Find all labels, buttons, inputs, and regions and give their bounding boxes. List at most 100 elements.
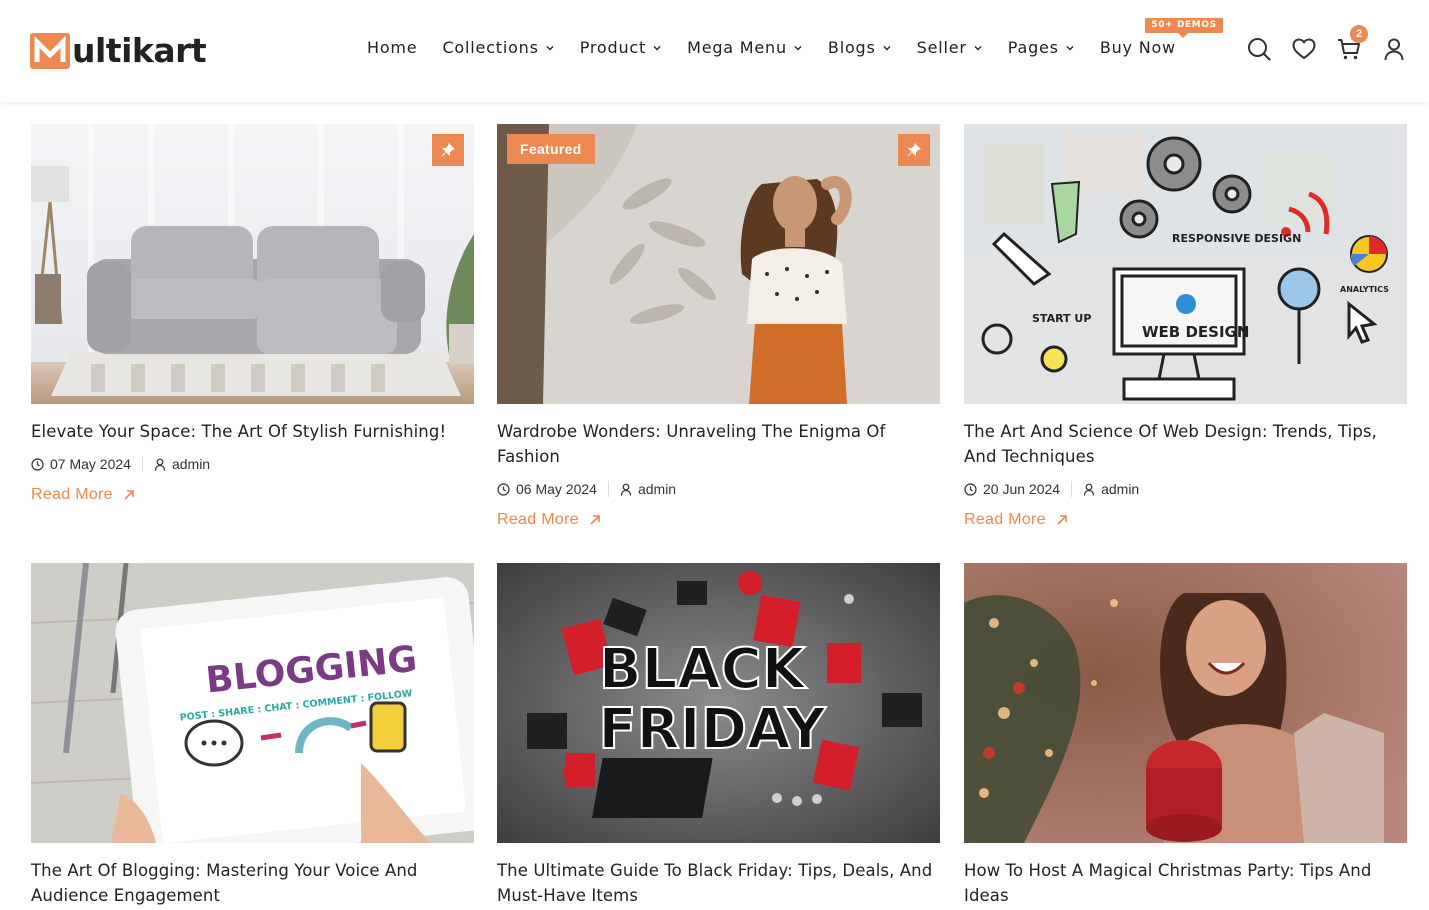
clock-icon bbox=[497, 482, 510, 496]
pin-icon bbox=[441, 143, 455, 157]
nav-seller[interactable]: Seller bbox=[917, 38, 983, 57]
post-author[interactable]: admin bbox=[154, 456, 210, 472]
nav-label: Seller bbox=[916, 38, 967, 57]
chevron-down-icon bbox=[974, 45, 982, 50]
post-author-text: admin bbox=[171, 456, 211, 472]
cart-count-badge: 2 bbox=[1350, 25, 1368, 43]
post-author-text: admin bbox=[1101, 481, 1140, 497]
post-title[interactable]: Wardrobe Wonders: Unraveling The Enigma … bbox=[497, 419, 940, 469]
post-meta: 07 May 2024 admin bbox=[31, 456, 474, 472]
read-more-link[interactable]: Read More bbox=[31, 486, 474, 504]
pin-button[interactable] bbox=[898, 134, 930, 166]
user-icon[interactable] bbox=[1381, 36, 1407, 62]
img-label-analytics: ANALYTICS bbox=[1340, 285, 1389, 294]
logo-mark bbox=[30, 32, 70, 69]
blog-card: Elevate Your Space: The Art Of Stylish F… bbox=[31, 124, 474, 504]
nav-product[interactable]: Product bbox=[580, 38, 662, 57]
nav-blogs[interactable]: Blogs bbox=[828, 38, 892, 57]
nav-mega-menu[interactable]: Mega Menu bbox=[687, 38, 803, 57]
post-image-black-friday[interactable]: BLACK FRIDAY bbox=[497, 563, 940, 843]
img-label-startup: START UP bbox=[1032, 312, 1091, 325]
nav-buy-now[interactable]: Buy Now bbox=[1100, 38, 1176, 57]
search-icon[interactable] bbox=[1246, 36, 1272, 62]
nav-label: Collections bbox=[442, 38, 539, 57]
fashion-illustration bbox=[497, 124, 940, 404]
nav-label: Pages bbox=[1007, 38, 1059, 57]
post-date: 06 May 2024 bbox=[497, 481, 597, 497]
read-more-label: Read More bbox=[31, 486, 113, 503]
post-image-christmas[interactable] bbox=[964, 563, 1407, 843]
post-title[interactable]: Elevate Your Space: The Art Of Stylish F… bbox=[31, 419, 474, 444]
read-more-link[interactable]: Read More bbox=[964, 511, 1407, 529]
sofa-illustration bbox=[31, 124, 474, 404]
clock-icon bbox=[31, 457, 44, 471]
nav-label: Buy Now bbox=[1099, 38, 1176, 57]
logo[interactable]: ultikart bbox=[30, 31, 207, 70]
post-image-sofa[interactable] bbox=[31, 124, 474, 404]
chevron-down-icon bbox=[546, 45, 554, 50]
img-label-black: BLACK bbox=[599, 637, 808, 702]
nav-home[interactable]: Home bbox=[367, 38, 417, 57]
post-date-text: 20 Jun 2024 bbox=[983, 481, 1061, 497]
post-date: 07 May 2024 bbox=[31, 456, 131, 472]
heart-icon[interactable] bbox=[1291, 36, 1317, 62]
post-image-web-design[interactable]: RESPONSIVE DESIGN ANALYTICS START UP WEB… bbox=[964, 124, 1407, 404]
read-more-label: Read More bbox=[497, 511, 579, 528]
pin-icon bbox=[907, 143, 921, 157]
chevron-down-icon bbox=[1066, 45, 1074, 50]
black-friday-illustration: BLACK FRIDAY bbox=[497, 563, 940, 843]
meta-divider bbox=[607, 481, 609, 497]
img-label-web-design: WEB DESIGN bbox=[1142, 323, 1249, 341]
nav-label: Product bbox=[579, 38, 647, 57]
nav-collections[interactable]: Collections bbox=[442, 38, 554, 57]
arrow-up-right-icon bbox=[1057, 515, 1067, 525]
post-meta: 20 Jun 2024 admin bbox=[964, 481, 1407, 497]
img-label-friday: FRIDAY bbox=[598, 697, 827, 762]
post-meta: 06 May 2024 admin bbox=[497, 481, 940, 497]
img-label-responsive: RESPONSIVE DESIGN bbox=[1172, 232, 1301, 245]
blog-card: How To Host A Magical Christmas Party: T… bbox=[964, 563, 1407, 908]
arrow-up-right-icon bbox=[124, 490, 134, 500]
post-image-blogging[interactable]: BLOGGING POST : SHARE : CHAT : COMMENT :… bbox=[31, 563, 474, 843]
post-image-fashion[interactable]: Featured bbox=[497, 124, 940, 404]
chevron-down-icon bbox=[794, 45, 802, 50]
post-author-text: admin bbox=[637, 481, 677, 497]
post-date-text: 07 May 2024 bbox=[50, 456, 131, 472]
pin-button[interactable] bbox=[432, 134, 464, 166]
nav-label: Mega Menu bbox=[687, 38, 787, 57]
christmas-illustration bbox=[964, 563, 1407, 843]
main-nav: Home Collections Product Mega Menu Blogs… bbox=[367, 38, 1176, 57]
post-title[interactable]: How To Host A Magical Christmas Party: T… bbox=[964, 858, 1407, 908]
site-header: ultikart Home Collections Product Mega M… bbox=[0, 0, 1429, 102]
chevron-down-icon bbox=[883, 45, 891, 50]
post-date: 20 Jun 2024 bbox=[964, 481, 1060, 497]
web-design-illustration: RESPONSIVE DESIGN ANALYTICS START UP WEB… bbox=[964, 124, 1407, 404]
post-title[interactable]: The Art And Science Of Web Design: Trend… bbox=[964, 419, 1407, 469]
nav-label: Blogs bbox=[827, 38, 876, 57]
meta-divider bbox=[141, 456, 143, 472]
post-title[interactable]: The Art Of Blogging: Mastering Your Voic… bbox=[31, 858, 474, 908]
blog-card: RESPONSIVE DESIGN ANALYTICS START UP WEB… bbox=[964, 124, 1407, 529]
chevron-down-icon bbox=[653, 45, 661, 50]
post-author[interactable]: admin bbox=[1083, 481, 1139, 497]
user-icon bbox=[154, 458, 166, 471]
meta-divider bbox=[1071, 481, 1073, 497]
blog-card: BLOGGING POST : SHARE : CHAT : COMMENT :… bbox=[31, 563, 474, 908]
read-more-label: Read More bbox=[964, 511, 1046, 528]
featured-badge: Featured bbox=[507, 134, 595, 164]
blogging-illustration: BLOGGING POST : SHARE : CHAT : COMMENT :… bbox=[31, 563, 474, 843]
clock-icon bbox=[964, 482, 977, 496]
nav-label: Home bbox=[367, 38, 418, 57]
post-date-text: 06 May 2024 bbox=[516, 481, 597, 497]
nav-pages[interactable]: Pages bbox=[1008, 38, 1075, 57]
user-icon bbox=[1083, 483, 1095, 496]
post-author[interactable]: admin bbox=[620, 481, 676, 497]
logo-text: ultikart bbox=[72, 31, 207, 70]
blog-card: BLACK FRIDAY The Ultimate Guide To Black… bbox=[497, 563, 940, 908]
read-more-link[interactable]: Read More bbox=[497, 511, 940, 529]
blog-card: Featured Wardrobe Wonders: Unraveling Th… bbox=[497, 124, 940, 529]
arrow-up-right-icon bbox=[590, 515, 600, 525]
user-icon bbox=[620, 483, 632, 496]
demos-badge: 50+ DEMOS bbox=[1145, 18, 1223, 38]
post-title[interactable]: The Ultimate Guide To Black Friday: Tips… bbox=[497, 858, 940, 908]
